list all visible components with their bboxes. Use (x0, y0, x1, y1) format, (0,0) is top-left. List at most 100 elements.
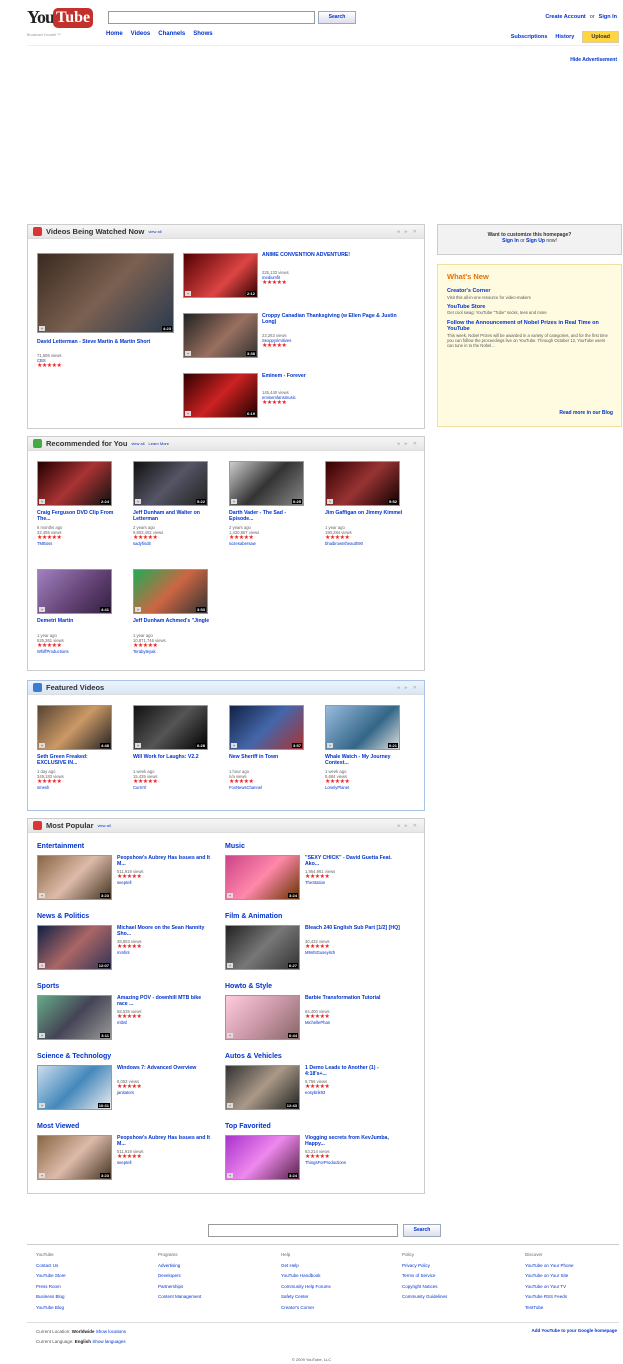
search-button[interactable]: Search (318, 11, 356, 24)
username-link[interactable]: smesh (37, 785, 64, 790)
username-link[interactable]: eosybrik93 (305, 1090, 329, 1095)
add-to-google-link[interactable]: Add YouTube to your Google homepage (532, 1328, 618, 1333)
module-controls[interactable]: ◂ ▸ ✕ (397, 685, 419, 691)
category-heading[interactable]: Music (225, 843, 245, 850)
video-thumbnail[interactable]: +2:12 (183, 253, 258, 298)
video-title[interactable]: Jim Gaffigan on Jimmy Kimmel (325, 510, 405, 516)
username-link[interactable]: WhiffProductions (37, 649, 69, 654)
video-thumbnail[interactable]: +3:23 (37, 1135, 112, 1180)
username-link[interactable]: sozesabersaw (229, 541, 259, 546)
add-icon[interactable]: + (39, 743, 45, 748)
username-link[interactable]: FoxNewsChannel (229, 785, 262, 790)
username-link[interactable]: Terabyteyak (133, 649, 166, 654)
add-icon[interactable]: + (231, 499, 237, 504)
video-thumbnail[interactable]: +6:21 (325, 705, 400, 750)
add-icon[interactable]: + (227, 893, 233, 898)
video-thumbnail[interactable]: +6:19 (183, 373, 258, 418)
footer-link[interactable]: YouTube on Your Site (525, 1271, 573, 1282)
video-title[interactable]: Amazing POV - downhill MTB bike race ... (117, 995, 212, 1007)
footer-link[interactable]: Business Blog (36, 1292, 66, 1303)
username-link[interactable]: bhaibrowntheauth90 (325, 541, 363, 546)
add-icon[interactable]: + (327, 743, 333, 748)
add-icon[interactable]: + (135, 499, 141, 504)
video-title[interactable]: Bleach 240 English Sub Part [1/2] [HQ] (305, 925, 400, 931)
category-heading[interactable]: Science & Technology (37, 1053, 111, 1060)
video-thumbnail[interactable]: +3:11 (37, 995, 112, 1040)
module-controls[interactable]: ◂ ▸ ✕ (397, 229, 419, 235)
category-heading[interactable]: Film & Animation (225, 913, 282, 920)
sidebar-sign-in-link[interactable]: Sign In (502, 238, 519, 244)
video-thumbnail[interactable]: +4:48 (37, 705, 112, 750)
video-title[interactable]: "SEXY CHICK" - David Guetta Feat. Ako... (305, 855, 400, 867)
username-link[interactable]: TMBoss (37, 541, 62, 546)
username-link[interactable]: mtbsl (117, 1020, 141, 1025)
add-icon[interactable]: + (185, 291, 191, 296)
footer-link[interactable]: Developers (158, 1271, 201, 1282)
video-title[interactable]: Whale Watch - My Journey Contest... (325, 754, 405, 766)
category-heading[interactable]: Entertainment (37, 843, 84, 850)
footer-link[interactable]: Press Room (36, 1282, 66, 1293)
video-thumbnail[interactable]: +4:23 (37, 253, 174, 333)
add-icon[interactable]: + (39, 1103, 45, 1108)
username-link[interactable]: seeptell (117, 880, 143, 885)
footer-link[interactable]: Privacy Policy (402, 1261, 447, 1272)
video-title[interactable]: New Sheriff in Town (229, 754, 309, 760)
add-icon[interactable]: + (227, 963, 233, 968)
username-link[interactable]: MichellePhan (305, 1020, 330, 1025)
category-heading[interactable]: News & Politics (37, 913, 89, 920)
add-icon[interactable]: + (39, 1173, 45, 1178)
footer-link[interactable]: Advertising (158, 1261, 201, 1272)
learn-more-link[interactable]: Learn More (149, 441, 169, 446)
add-icon[interactable]: + (39, 326, 45, 331)
video-thumbnail[interactable]: +3:53 (133, 569, 208, 614)
username-link[interactable]: mmfint (117, 950, 141, 955)
footer-link[interactable]: YouTube Store (36, 1271, 66, 1282)
footer-link[interactable]: Terms of Service (402, 1271, 447, 1282)
youtube-logo[interactable]: You Tube (27, 7, 94, 31)
category-heading[interactable]: Top Favorited (225, 1123, 271, 1130)
view-all-link[interactable]: view all (131, 441, 144, 446)
add-icon[interactable]: + (39, 893, 45, 898)
add-icon[interactable]: + (135, 607, 141, 612)
video-thumbnail[interactable]: +6:44 (225, 995, 300, 1040)
nav-channels[interactable]: Channels (158, 31, 185, 37)
nav-home[interactable]: Home (106, 31, 123, 37)
video-title[interactable]: 1 Demo Leads to Another (1) - 4:18's+... (305, 1065, 400, 1077)
username-link[interactable]: janitators (117, 1090, 141, 1095)
footer-search-button[interactable]: Search (403, 1224, 441, 1237)
username-link[interactable]: LonelyPlanet (325, 785, 349, 790)
username-link[interactable]: TheStation (305, 880, 335, 885)
video-thumbnail[interactable]: +3:38 (183, 313, 258, 358)
add-icon[interactable]: + (231, 743, 237, 748)
whats-new-link[interactable]: Follow the Announcement of Nobel Prizes … (447, 320, 612, 333)
video-title[interactable]: Demetri Martin (37, 618, 117, 624)
video-thumbnail[interactable]: +3:23 (37, 855, 112, 900)
video-thumbnail[interactable]: +6:27 (225, 925, 300, 970)
video-title[interactable]: Will Work for Laughs: V2.2 (133, 754, 213, 760)
video-title[interactable]: Croppy Canadian Thanksgiving (w Ellen Pa… (262, 313, 402, 325)
category-heading[interactable]: Autos & Vehicles (225, 1053, 282, 1060)
footer-link[interactable]: YouTube on Your Phone (525, 1261, 573, 1272)
footer-link[interactable]: Community Help Forums (281, 1282, 331, 1293)
video-thumbnail[interactable]: +10:31 (37, 1065, 112, 1110)
video-title[interactable]: ANIME CONVENTION ADVENTURE! (262, 252, 422, 258)
add-icon[interactable]: + (227, 1173, 233, 1178)
sidebar-sign-up-link[interactable]: Sign Up (526, 238, 545, 244)
video-thumbnail[interactable]: +3:24 (225, 1135, 300, 1180)
video-title[interactable]: Eminem - Forever (262, 373, 402, 379)
video-title[interactable]: Barbie Transformation Tutorial (305, 995, 400, 1001)
subscriptions-link[interactable]: Subscriptions (511, 34, 548, 40)
username-link[interactable]: Currrrrl (133, 785, 157, 790)
view-all-link[interactable]: view all (98, 823, 111, 828)
footer-link[interactable]: YouTube Blog (36, 1303, 66, 1314)
video-title[interactable]: Windows 7: Advanced Overview (117, 1065, 212, 1071)
add-icon[interactable]: + (227, 1103, 233, 1108)
module-controls[interactable]: ◂ ▸ ✕ (397, 441, 419, 447)
show-languages-link[interactable]: Show languages (92, 1339, 125, 1344)
add-icon[interactable]: + (39, 607, 45, 612)
add-icon[interactable]: + (135, 743, 141, 748)
upload-button[interactable]: Upload (582, 31, 619, 43)
username-link[interactable]: sadyfindit (133, 541, 163, 546)
add-icon[interactable]: + (185, 411, 191, 416)
add-icon[interactable]: + (185, 351, 191, 356)
